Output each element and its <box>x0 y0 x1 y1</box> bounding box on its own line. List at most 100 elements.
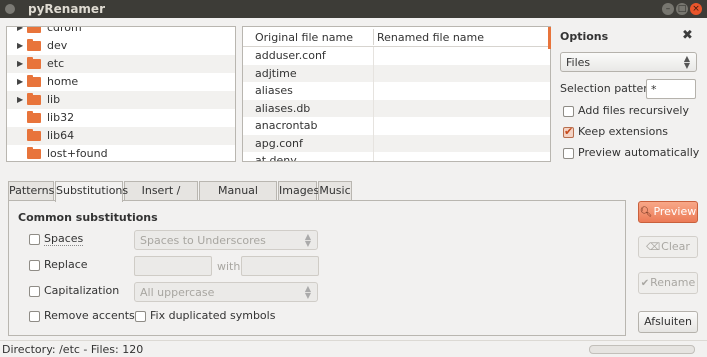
capitalization-checkbox[interactable] <box>29 286 40 297</box>
table-row[interactable]: aliases <box>243 82 550 100</box>
progress-bar <box>589 345 695 354</box>
close-options-icon[interactable]: ✖ <box>682 28 693 43</box>
column-separator <box>373 29 374 45</box>
clear-icon: ⌫ <box>646 242 661 253</box>
expander-icon[interactable]: ▶ <box>17 41 23 50</box>
tree-item-home[interactable]: ▶ home <box>7 73 235 91</box>
original-name-cell: adjtime <box>255 66 297 80</box>
tree-item-lib64[interactable]: lib64 <box>7 127 235 145</box>
add-recursive-label: Add files recursively <box>578 104 689 117</box>
capitalization-value: All uppercase <box>140 286 215 299</box>
expander-icon[interactable]: ▶ <box>17 95 23 104</box>
replace-checkbox[interactable] <box>29 260 40 271</box>
cell-separator <box>373 99 374 118</box>
file-list[interactable]: Original file name Renamed file name add… <box>242 26 551 162</box>
file-list-header: Original file name Renamed file name <box>243 27 550 47</box>
tree-item-label: etc <box>47 57 65 70</box>
folder-icon <box>27 57 41 69</box>
preview-button[interactable]: 🔍︎Preview <box>638 201 698 223</box>
expander-icon[interactable]: ▶ <box>17 77 23 86</box>
tree-item-lost-found[interactable]: lost+found <box>7 145 235 161</box>
table-row[interactable]: anacrontab <box>243 117 550 135</box>
folder-icon <box>27 93 41 105</box>
column-original[interactable]: Original file name <box>255 31 353 44</box>
tree-item-dev[interactable]: ▶ dev <box>7 37 235 55</box>
add-recursive-checkbox[interactable] <box>563 106 574 117</box>
remove-accents-checkbox[interactable] <box>29 311 40 322</box>
cell-separator <box>373 152 374 161</box>
table-row[interactable]: adduser.conf <box>243 47 550 65</box>
tab-insert-delete[interactable]: Insert / Delete <box>124 181 198 215</box>
preview-auto-checkbox[interactable] <box>563 148 574 159</box>
original-name-cell: aliases <box>255 84 293 97</box>
capitalization-select[interactable]: All uppercase ▲ ▼ <box>134 282 318 302</box>
expander-icon[interactable]: ▶ <box>17 59 23 68</box>
tree-item-etc[interactable]: ▶ etc <box>7 55 235 73</box>
tree-item-cdrom[interactable]: ▶ cdrom <box>7 26 235 37</box>
close-window-button[interactable]: × <box>690 3 702 15</box>
replace-label: Replace <box>44 258 88 271</box>
table-row[interactable]: at.deny <box>243 152 550 161</box>
folder-icon <box>27 39 41 51</box>
spaces-option-select[interactable]: Spaces to Underscores ▲ ▼ <box>134 230 318 250</box>
tree-item-lib[interactable]: ▶ lib <box>7 91 235 109</box>
tree-item-label: cdrom <box>47 26 82 34</box>
folder-tree[interactable]: ▶ cdrom ▶ dev ▶ etc ▶ home ▶ lib lib32 l… <box>6 26 236 162</box>
remove-accents-label: Remove accents <box>44 309 135 322</box>
cell-separator <box>373 82 374 100</box>
cell-separator <box>373 117 374 135</box>
clear-label: Clear <box>661 240 690 253</box>
tree-item-label: lib64 <box>47 129 75 142</box>
file-type-value: Files <box>566 56 591 69</box>
tree-item-label: dev <box>47 39 68 52</box>
check-icon: ✔ <box>640 278 650 289</box>
expander-icon[interactable]: ▶ <box>17 27 23 32</box>
selection-pattern-input[interactable] <box>646 79 696 99</box>
table-row[interactable]: aliases.db <box>243 99 550 118</box>
original-name-cell: apg.conf <box>255 136 303 150</box>
with-label: with <box>217 260 241 273</box>
app-icon <box>5 4 15 14</box>
tree-item-label: home <box>47 75 79 88</box>
spaces-checkbox[interactable] <box>29 234 40 245</box>
tab-images[interactable]: Images <box>278 181 319 201</box>
spaces-label: Spaces <box>44 232 84 246</box>
fix-duplicated-checkbox[interactable] <box>135 311 146 322</box>
file-type-select[interactable]: Files ▲ ▼ <box>560 52 697 72</box>
table-row[interactable]: adjtime <box>243 64 550 83</box>
spinner-arrows-icon: ▲ ▼ <box>683 54 690 70</box>
keep-extensions-checkbox[interactable] <box>563 125 574 138</box>
status-bar: Directory: /etc - Files: 120 <box>0 340 707 357</box>
tab-manual-rename[interactable]: Manual rename <box>199 181 277 215</box>
tree-item-lib32[interactable]: lib32 <box>7 109 235 127</box>
minimize-button[interactable]: – <box>662 3 674 15</box>
spinner-arrows-icon: ▲ ▼ <box>304 284 311 300</box>
clear-button[interactable]: ⌫Clear <box>638 236 698 258</box>
capitalization-label: Capitalization <box>44 284 120 297</box>
file-list-scrollbar[interactable] <box>548 27 551 49</box>
original-name-cell: anacrontab <box>255 119 318 132</box>
tree-item-label: lib <box>47 93 61 106</box>
replace-from-input[interactable] <box>134 256 212 276</box>
rename-button[interactable]: ✔Rename <box>638 272 698 294</box>
folder-icon <box>27 147 41 159</box>
tab-music[interactable]: Music <box>318 181 352 201</box>
tab-patterns[interactable]: Patterns <box>8 181 54 201</box>
fix-duplicated-label: Fix duplicated symbols <box>150 309 276 322</box>
column-renamed[interactable]: Renamed file name <box>377 31 484 44</box>
status-text: Directory: /etc - Files: 120 <box>2 343 144 356</box>
replace-to-input[interactable] <box>241 256 319 276</box>
maximize-button[interactable]: □ <box>676 3 688 15</box>
window-title: pyRenamer <box>28 2 105 16</box>
tree-item-label: lib32 <box>47 111 75 124</box>
spinner-arrows-icon: ▲ ▼ <box>304 232 311 248</box>
keep-extensions-label: Keep extensions <box>578 125 669 138</box>
section-title: Common substitutions <box>18 211 158 224</box>
tab-substitutions[interactable]: Substitutions <box>55 181 128 202</box>
folder-icon <box>27 27 41 33</box>
preview-auto-label: Preview automatically <box>578 146 700 159</box>
table-row[interactable]: apg.conf <box>243 134 550 153</box>
title-bar: pyRenamer – □ × <box>0 0 707 18</box>
quit-button[interactable]: Afsluiten <box>638 311 698 333</box>
original-name-cell: adduser.conf <box>255 49 326 62</box>
